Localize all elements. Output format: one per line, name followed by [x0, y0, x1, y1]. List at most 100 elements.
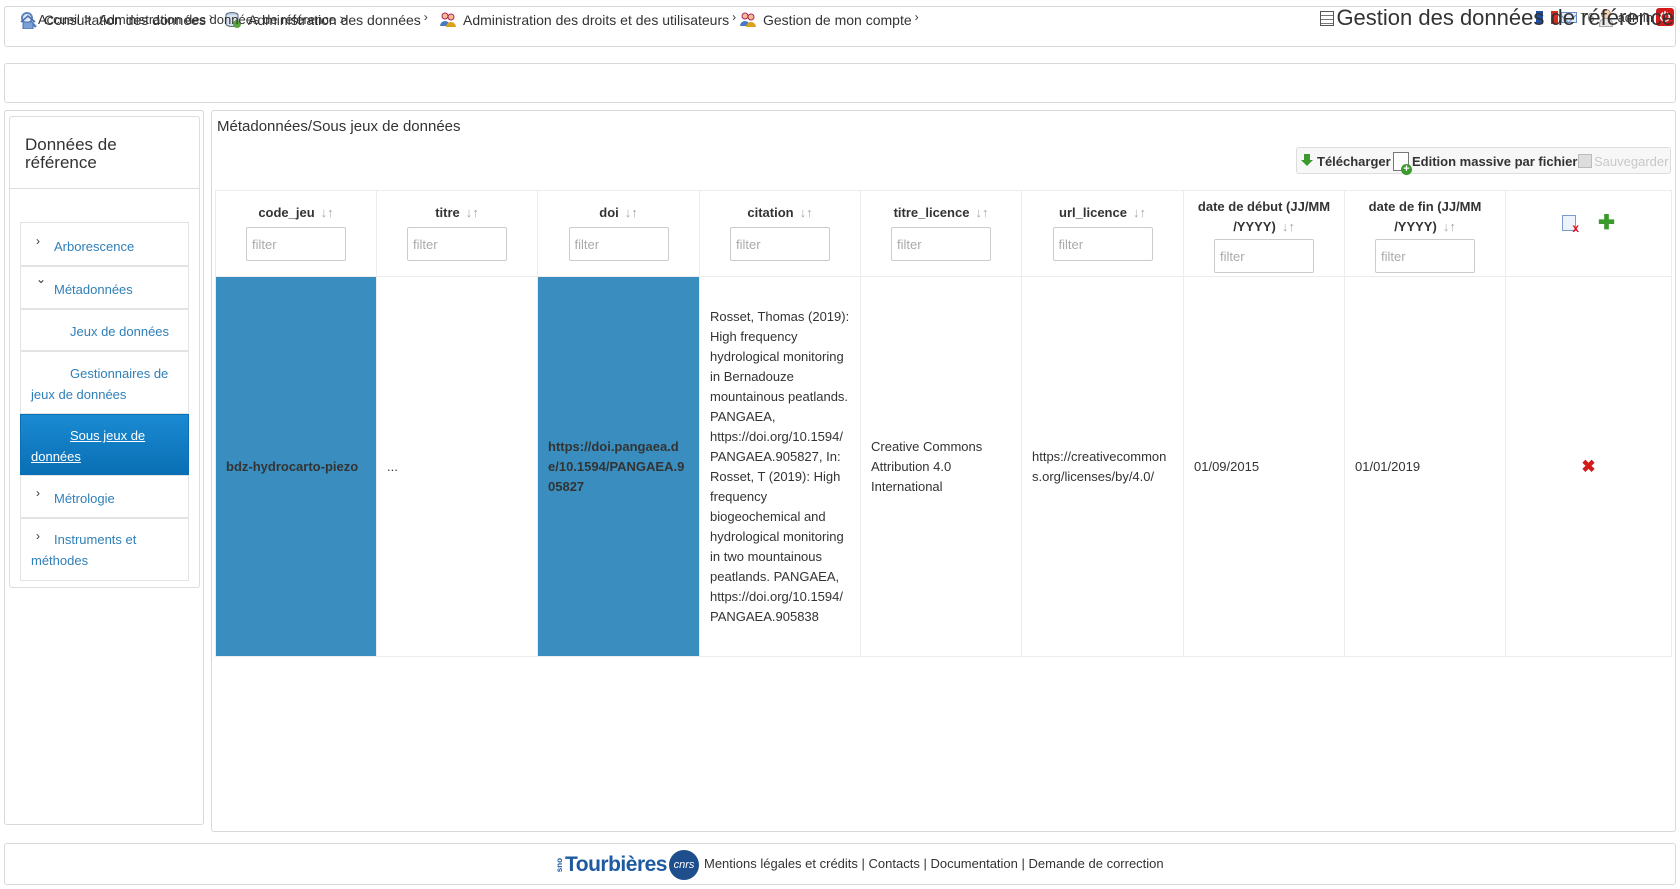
sort-icon[interactable]: ↓↑ [1133, 205, 1146, 220]
chevron-right-icon: › [36, 486, 40, 500]
column-label: date de fin (JJ/MM /YYYY) [1368, 199, 1482, 234]
section-title: Métadonnées/Sous jeux de données [217, 118, 461, 135]
column-header-date-debut: date de début (JJ/MM /YYYY) ↓↑ [1183, 190, 1345, 277]
cell-actions: ✖ [1505, 276, 1672, 657]
nav-my-account-label: Gestion de mon compte [763, 12, 912, 28]
breadcrumb-home[interactable]: Accueil > [20, 12, 92, 29]
filter-input-titre-licence[interactable] [891, 227, 991, 261]
breadcrumb-current: Administration des données de référence … [99, 12, 348, 27]
filter-input-titre[interactable] [407, 227, 507, 261]
sidebar-item-sous-jeux-de-donnees[interactable]: Sous jeux de données [20, 414, 189, 475]
filter-input-date-debut[interactable] [1214, 239, 1314, 273]
footer-link-correction[interactable]: Demande de correction [1029, 856, 1164, 871]
sort-icon[interactable]: ↓↑ [466, 205, 479, 220]
breadcrumb-separator: > [83, 12, 92, 27]
cell-citation[interactable]: Rosset, Thomas (2019): High frequency hy… [699, 276, 861, 657]
add-row-icon[interactable]: ✚ [1598, 213, 1615, 233]
sidebar-item-label: Gestionnaires de jeux de données [31, 366, 169, 402]
chevron-right-icon: › [36, 529, 40, 543]
download-label: Télécharger [1317, 153, 1391, 169]
bulk-edit-label: Edition massive par fichier [1412, 153, 1578, 169]
column-label: titre [435, 205, 460, 220]
clear-filters-icon[interactable] [1562, 215, 1579, 235]
breadcrumb-home-label: Accueil [38, 12, 80, 27]
nav-admin-rights[interactable]: Administration des droits et des utilisa… [439, 10, 736, 30]
sort-icon[interactable]: ↓↑ [975, 205, 988, 220]
column-header-doi: doi ↓↑ [537, 190, 700, 277]
save-button[interactable]: Sauvegarder [1578, 149, 1668, 173]
sort-icon[interactable]: ↓↑ [1443, 219, 1456, 234]
sidebar-item-label: Métrologie [54, 491, 115, 506]
sort-icon[interactable]: ↓↑ [625, 205, 638, 220]
download-button[interactable]: Télécharger [1300, 149, 1391, 173]
column-label: doi [599, 205, 619, 220]
sidebar-item-arborescence[interactable]: › Arborescence [20, 222, 189, 266]
breadcrumb-bar [4, 63, 1676, 103]
chevron-down-icon: ⌄ [36, 272, 47, 286]
column-header-code-jeu: code_jeu ↓↑ [215, 190, 377, 277]
cell-date-fin[interactable]: 01/01/2019 [1344, 276, 1506, 657]
page-title: Gestion des données de référence [1320, 5, 1674, 31]
table-row[interactable]: bdz-hydrocarto-piezo ... https://doi.pan… [215, 276, 1672, 657]
sort-icon[interactable]: ↓↑ [321, 205, 334, 220]
users-icon [439, 11, 457, 29]
cell-url-licence[interactable]: https://creativecommons.org/licenses/by/… [1021, 276, 1184, 657]
cell-doi[interactable]: https://doi.pangaea.de/10.1594/PANGAEA.9… [537, 276, 700, 657]
logo-text: Tourbières [565, 853, 667, 876]
cell-date-debut[interactable]: 01/09/2015 [1183, 276, 1345, 657]
chevron-right-icon: › [423, 10, 428, 24]
sort-icon[interactable]: ↓↑ [800, 205, 813, 220]
filter-input-doi[interactable] [568, 227, 669, 261]
sidebar-item-gestionnaires[interactable]: Gestionnaires de jeux de données [20, 351, 189, 414]
column-label: citation [747, 205, 794, 220]
nav-admin-rights-label: Administration des droits et des utilisa… [463, 12, 730, 28]
sort-icon[interactable]: ↓↑ [1282, 219, 1295, 234]
tourbieres-logo: sno Tourbières cnrs [555, 850, 699, 880]
cnrs-logo: cnrs [668, 850, 699, 880]
footer-separator: | [919, 856, 931, 871]
delete-row-icon[interactable]: ✖ [1516, 457, 1661, 477]
sidebar-title: Données de référence [25, 135, 117, 172]
column-label: date de début (JJ/MM /YYYY) [1197, 199, 1331, 234]
nav-my-account[interactable]: Gestion de mon compte › [739, 10, 919, 30]
footer-separator: | [857, 856, 869, 871]
cell-code-jeu[interactable]: bdz-hydrocarto-piezo [215, 276, 377, 657]
sidebar-item-label: Arborescence [54, 239, 135, 254]
column-label: titre_licence [893, 205, 970, 220]
filter-input-url-licence[interactable] [1052, 227, 1153, 261]
footer-link-legal[interactable]: Mentions légales et crédits [704, 856, 858, 871]
filter-input-citation[interactable] [730, 227, 830, 261]
logo-prefix: sno [555, 857, 564, 873]
column-label: url_licence [1059, 205, 1127, 220]
column-header-titre: titre ↓↑ [376, 190, 538, 277]
column-header-titre-licence: titre_licence ↓↑ [860, 190, 1022, 277]
footer-link-documentation[interactable]: Documentation [930, 856, 1017, 871]
cell-titre[interactable]: ... [376, 276, 538, 657]
chevron-right-icon: › [732, 10, 737, 24]
sidebar-item-label: Instruments et méthodes [31, 532, 137, 568]
filter-input-date-fin[interactable] [1375, 239, 1475, 273]
save-label: Sauvegarder [1594, 153, 1669, 169]
download-icon [1300, 154, 1314, 168]
sidebar-item-label: Métadonnées [54, 282, 133, 297]
column-header-date-fin: date de fin (JJ/MM /YYYY) ↓↑ [1344, 190, 1506, 277]
column-header-url-licence: url_licence ↓↑ [1021, 190, 1184, 277]
sidebar-item-label: Jeux de données [70, 324, 170, 339]
sidebar-item-metrologie[interactable]: › Métrologie [20, 475, 189, 518]
sidebar-item-instruments[interactable]: › Instruments et méthodes [20, 518, 189, 581]
sidebar-item-jeux-de-donnees[interactable]: Jeux de données [20, 309, 189, 351]
bulk-edit-button[interactable]: Edition massive par fichier [1393, 149, 1578, 175]
table-header-row: code_jeu ↓↑ titre ↓↑ doi ↓↑ citation ↓↑ titr… [215, 190, 1672, 277]
sidebar-divider [9, 188, 200, 189]
column-label: code_jeu [258, 205, 315, 220]
cell-titre-licence[interactable]: Creative Commons Attribution 4.0 Interna… [860, 276, 1022, 657]
column-header-actions: ✚ [1505, 190, 1672, 277]
filter-input-code-jeu[interactable] [246, 227, 346, 261]
users-icon [739, 11, 757, 29]
sidebar-item-metadonnees[interactable]: ⌄ Métadonnées [20, 266, 189, 309]
home-icon [20, 14, 36, 29]
footer-links: Mentions légales et crédits | Contacts |… [704, 856, 1164, 871]
footer-separator: | [1017, 856, 1029, 871]
footer-link-contacts[interactable]: Contacts [869, 856, 920, 871]
column-header-citation: citation ↓↑ [699, 190, 861, 277]
